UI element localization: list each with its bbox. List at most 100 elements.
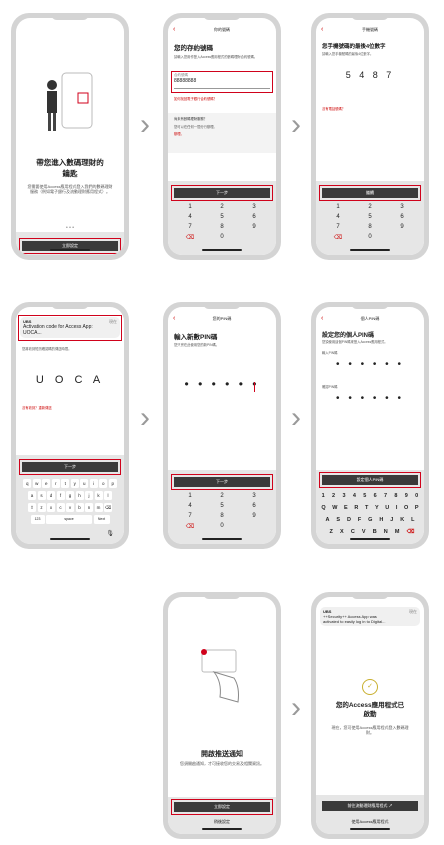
key[interactable]: B bbox=[373, 529, 377, 535]
backspace-icon[interactable]: ⌫ bbox=[104, 503, 112, 512]
space-key[interactable]: space bbox=[46, 515, 92, 524]
backspace-icon[interactable]: ⌫ bbox=[322, 234, 354, 241]
numbers-key[interactable]: 123 bbox=[30, 515, 45, 524]
key[interactable]: T bbox=[365, 505, 368, 511]
key[interactable]: y bbox=[70, 479, 79, 488]
key[interactable]: b bbox=[75, 503, 84, 512]
key[interactable]: m bbox=[94, 503, 103, 512]
key[interactable]: h bbox=[75, 491, 84, 500]
back-chevron-icon[interactable]: ‹ bbox=[173, 26, 175, 33]
key[interactable]: 7 bbox=[174, 513, 206, 519]
key[interactable]: f bbox=[56, 491, 65, 500]
key[interactable]: E bbox=[344, 505, 348, 511]
key[interactable]: z bbox=[37, 503, 46, 512]
key[interactable]: 4 bbox=[322, 214, 354, 220]
key[interactable]: 9 bbox=[386, 224, 418, 230]
key[interactable]: x bbox=[47, 503, 55, 512]
key[interactable]: 1 bbox=[174, 493, 206, 499]
key[interactable]: O bbox=[404, 505, 408, 511]
key[interactable]: 6 bbox=[386, 214, 418, 220]
key[interactable]: 2 bbox=[206, 493, 238, 499]
use-access-app-link[interactable]: 使用Access應用程式 bbox=[316, 819, 424, 825]
key[interactable]: H bbox=[379, 517, 383, 523]
key[interactable]: W bbox=[332, 505, 337, 511]
next-key[interactable]: Next bbox=[93, 515, 110, 524]
key[interactable]: 7 bbox=[174, 224, 206, 230]
key[interactable]: n bbox=[85, 503, 93, 512]
key[interactable]: 5 bbox=[354, 214, 386, 220]
key[interactable]: c bbox=[56, 503, 65, 512]
key[interactable]: 0 bbox=[206, 523, 238, 530]
key[interactable]: 4 bbox=[353, 493, 356, 499]
key[interactable]: S bbox=[336, 517, 340, 523]
key[interactable]: 3 bbox=[386, 204, 418, 210]
forgot-contract-link[interactable]: 如何找回電子銀行合約號碼？ bbox=[174, 96, 217, 101]
key[interactable]: C bbox=[351, 529, 355, 535]
key[interactable]: d bbox=[47, 491, 55, 500]
key[interactable]: k bbox=[94, 491, 103, 500]
key[interactable]: 4 bbox=[174, 503, 206, 509]
key[interactable]: 6 bbox=[238, 503, 270, 509]
key[interactable]: X bbox=[340, 529, 344, 535]
go-to-mobile-app-button[interactable]: 前往流動理財應用程式 ↗ bbox=[322, 801, 418, 811]
key[interactable]: 9 bbox=[405, 493, 408, 499]
key[interactable]: Q bbox=[321, 505, 325, 511]
key[interactable]: e bbox=[42, 479, 51, 488]
key[interactable]: I bbox=[396, 505, 398, 511]
setup-later-link[interactable]: 稍後設定 bbox=[168, 819, 276, 825]
key[interactable]: 1 bbox=[322, 493, 325, 499]
key[interactable]: 2 bbox=[332, 493, 335, 499]
back-chevron-icon[interactable]: ‹ bbox=[321, 26, 323, 33]
key[interactable]: 8 bbox=[394, 493, 397, 499]
key[interactable]: i bbox=[89, 479, 98, 488]
backspace-icon[interactable]: ⌫ bbox=[174, 523, 206, 530]
shift-icon[interactable]: ⇧ bbox=[28, 503, 36, 512]
key[interactable]: F bbox=[358, 517, 361, 523]
key[interactable]: 3 bbox=[238, 204, 270, 210]
key[interactable]: P bbox=[415, 505, 419, 511]
key[interactable]: w bbox=[32, 479, 41, 488]
microphone-icon[interactable]: 🎙 bbox=[106, 530, 114, 537]
key[interactable]: G bbox=[368, 517, 372, 523]
key[interactable]: v bbox=[66, 503, 74, 512]
key[interactable]: a bbox=[28, 491, 36, 500]
key[interactable]: R bbox=[354, 505, 358, 511]
key[interactable]: 7 bbox=[384, 493, 387, 499]
key[interactable]: s bbox=[37, 491, 46, 500]
backspace-icon[interactable]: ⌫ bbox=[174, 234, 206, 241]
key[interactable]: t bbox=[61, 479, 70, 488]
key[interactable]: 9 bbox=[238, 513, 270, 519]
key[interactable]: 3 bbox=[342, 493, 345, 499]
key[interactable]: 4 bbox=[174, 214, 206, 220]
info-link[interactable]: 辦理。 bbox=[174, 131, 184, 136]
key[interactable]: 0 bbox=[354, 234, 386, 241]
key[interactable]: 1 bbox=[174, 204, 206, 210]
key[interactable]: g bbox=[66, 491, 74, 500]
key[interactable]: l bbox=[104, 491, 112, 500]
key[interactable]: 1 bbox=[322, 204, 354, 210]
key[interactable]: 9 bbox=[238, 224, 270, 230]
pin-dots[interactable]: • • • • • • bbox=[316, 359, 424, 370]
backspace-icon[interactable]: ⌫ bbox=[407, 529, 415, 535]
key[interactable]: L bbox=[411, 517, 414, 523]
back-chevron-icon[interactable]: ‹ bbox=[321, 315, 323, 322]
key[interactable]: p bbox=[108, 479, 117, 488]
resend-link[interactable]: 沒有收到？重新傳送 bbox=[22, 405, 52, 410]
key[interactable]: K bbox=[400, 517, 404, 523]
key[interactable]: Y bbox=[375, 505, 379, 511]
key[interactable]: 2 bbox=[354, 204, 386, 210]
key[interactable]: 7 bbox=[322, 224, 354, 230]
back-chevron-icon[interactable]: ‹ bbox=[173, 315, 175, 322]
key[interactable]: U bbox=[385, 505, 389, 511]
key[interactable]: Z bbox=[330, 529, 333, 535]
key[interactable]: 0 bbox=[206, 234, 238, 241]
key[interactable]: N bbox=[384, 529, 388, 535]
key[interactable]: 6 bbox=[238, 214, 270, 220]
key[interactable]: q bbox=[23, 479, 32, 488]
key[interactable]: 5 bbox=[206, 503, 238, 509]
key[interactable]: 6 bbox=[374, 493, 377, 499]
key[interactable]: j bbox=[85, 491, 93, 500]
key[interactable]: o bbox=[99, 479, 108, 488]
key[interactable]: r bbox=[51, 479, 60, 488]
key[interactable]: u bbox=[80, 479, 89, 488]
